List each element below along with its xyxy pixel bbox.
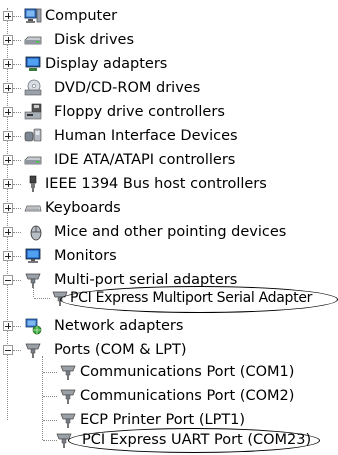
- expand-toggle[interactable]: [3, 131, 13, 141]
- device-tree: Computer Disk drives Display adapters DV…: [0, 0, 338, 455]
- tree-item-label: Communications Port (COM2): [80, 388, 295, 404]
- tree-item-label: Network adapters: [54, 318, 184, 334]
- tree-item-display-adapters[interactable]: Display adapters: [0, 53, 338, 75]
- tree-item-computer[interactable]: Computer: [0, 5, 338, 27]
- tree-item-dvd-drives[interactable]: DVD/CD-ROM drives: [0, 77, 338, 99]
- disk-drive-icon: [24, 36, 42, 45]
- collapse-toggle[interactable]: [3, 275, 13, 285]
- serial-port-icon: [25, 343, 41, 358]
- mouse-icon: [30, 225, 42, 241]
- tree-item-com2[interactable]: Communications Port (COM2): [0, 385, 338, 407]
- tree-item-mice[interactable]: Mice and other pointing devices: [0, 221, 338, 243]
- tree-item-label: Disk drives: [54, 32, 135, 48]
- tree-item-label: IDE ATA/ATAPI controllers: [54, 152, 236, 168]
- tree-item-label: Keyboards: [45, 200, 121, 216]
- expand-toggle[interactable]: [3, 83, 13, 93]
- highlight-circle: [68, 428, 320, 453]
- tree-item-monitors[interactable]: Monitors: [0, 245, 338, 267]
- hid-icon: [24, 128, 42, 142]
- tree-item-hid[interactable]: Human Interface Devices: [0, 125, 338, 147]
- expand-toggle[interactable]: [3, 59, 13, 69]
- expand-toggle[interactable]: [3, 251, 13, 261]
- firewire-icon: [29, 175, 37, 192]
- tree-item-label: Computer: [45, 8, 118, 24]
- network-adapter-icon: [25, 318, 42, 335]
- dvd-drive-icon: [24, 79, 42, 96]
- expand-toggle[interactable]: [3, 107, 13, 117]
- serial-port-icon: [60, 389, 76, 404]
- expand-toggle[interactable]: [3, 321, 13, 331]
- collapse-toggle[interactable]: [3, 345, 13, 355]
- tree-item-floppy-controllers[interactable]: Floppy drive controllers: [0, 101, 338, 123]
- computer-icon: [24, 8, 42, 23]
- serial-port-icon: [60, 365, 76, 380]
- expand-toggle[interactable]: [3, 227, 13, 237]
- monitor-icon: [25, 248, 41, 263]
- keyboard-icon: [24, 205, 42, 212]
- expand-toggle[interactable]: [3, 35, 13, 45]
- expand-toggle[interactable]: [3, 155, 13, 165]
- tree-item-label: Ports (COM & LPT): [54, 342, 187, 358]
- ide-controller-icon: [24, 156, 42, 165]
- tree-item-ports[interactable]: Ports (COM & LPT): [0, 339, 338, 361]
- expand-toggle[interactable]: [3, 11, 13, 21]
- serial-port-icon: [60, 413, 76, 428]
- tree-item-ieee1394[interactable]: IEEE 1394 Bus host controllers: [0, 173, 338, 195]
- tree-item-keyboards[interactable]: Keyboards: [0, 197, 338, 219]
- tree-item-disk-drives[interactable]: Disk drives: [0, 29, 338, 51]
- tree-item-label: DVD/CD-ROM drives: [54, 80, 201, 96]
- tree-item-label: Display adapters: [45, 56, 168, 72]
- tree-item-label: Communications Port (COM1): [80, 364, 295, 380]
- expand-toggle[interactable]: [3, 203, 13, 213]
- display-adapter-icon: [25, 56, 41, 71]
- tree-item-com1[interactable]: Communications Port (COM1): [0, 361, 338, 383]
- tree-item-label: IEEE 1394 Bus host controllers: [45, 176, 267, 192]
- tree-item-label: Floppy drive controllers: [54, 104, 225, 120]
- highlight-circle: [60, 286, 338, 313]
- tree-item-label: Monitors: [54, 248, 117, 264]
- expand-toggle[interactable]: [3, 179, 13, 189]
- tree-item-label: Human Interface Devices: [54, 128, 238, 144]
- floppy-controller-icon: [24, 103, 42, 120]
- tree-item-ide-controllers[interactable]: IDE ATA/ATAPI controllers: [0, 149, 338, 171]
- tree-item-label: Mice and other pointing devices: [54, 224, 287, 240]
- tree-item-network-adapters[interactable]: Network adapters: [0, 315, 338, 337]
